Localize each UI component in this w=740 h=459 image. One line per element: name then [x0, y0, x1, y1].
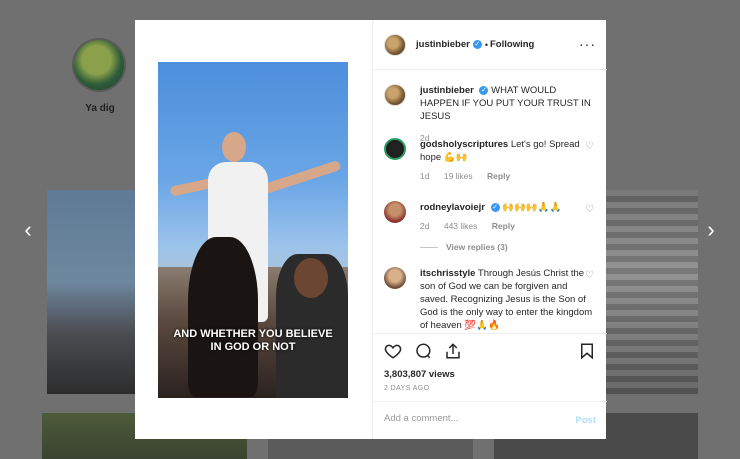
post-header: justinbieber ✓ • Following ···: [373, 20, 607, 70]
verified-badge-icon: ✓: [472, 40, 482, 49]
grid-post-left[interactable]: [47, 190, 135, 394]
comment-username[interactable]: justinbieber: [420, 85, 474, 96]
post-date: 2 DAYS AGO: [384, 385, 430, 392]
view-replies-button[interactable]: View replies (3): [420, 241, 595, 254]
add-comment-input[interactable]: [384, 413, 564, 424]
comment-username[interactable]: rodneylavoiejr: [420, 202, 485, 213]
video-person-face: [294, 258, 328, 298]
like-heart-icon[interactable]: [384, 342, 402, 360]
comment-bubble-icon[interactable]: [414, 342, 432, 360]
video-figure-arm: [262, 159, 342, 195]
comment-username[interactable]: itschrisstyle: [420, 268, 475, 279]
grid-post-right-overlay: [606, 190, 698, 394]
author-username[interactable]: justinbieber: [416, 39, 470, 50]
comment-username[interactable]: godsholyscriptures: [420, 139, 508, 150]
post-video[interactable]: AND WHETHER YOU BELIEVE IN GOD OR NOT: [158, 62, 348, 398]
video-caption: AND WHETHER YOU BELIEVE IN GOD OR NOT: [158, 328, 348, 354]
post-sidebar: justinbieber ✓ • Following ··· justinbie…: [372, 20, 607, 439]
reply-button[interactable]: Reply: [487, 171, 510, 181]
more-options-icon[interactable]: ···: [579, 36, 596, 52]
comment-likes[interactable]: 443 likes: [444, 221, 478, 231]
like-comment-heart-icon[interactable]: ♡: [585, 205, 595, 215]
video-caption-line: IN GOD OR NOT: [210, 341, 296, 353]
add-comment-bar: Post: [373, 401, 607, 439]
profile-name: Ya dig: [85, 103, 115, 114]
comments-list[interactable]: justinbieber ✓ WHAT WOULD HAPPEN IF YOU …: [373, 70, 607, 333]
reply-button[interactable]: Reply: [492, 221, 515, 231]
view-replies-label: View replies (3): [446, 242, 508, 252]
video-person-hair: [188, 237, 258, 397]
comment-time: 1d: [420, 171, 430, 181]
like-comment-heart-icon[interactable]: ♡: [585, 271, 595, 281]
post-comment-button[interactable]: Post: [575, 415, 596, 426]
video-caption-line: AND WHETHER YOU BELIEVE: [173, 328, 333, 340]
verified-badge-icon: ✓: [490, 202, 500, 212]
bookmark-icon[interactable]: [578, 342, 596, 360]
view-count[interactable]: 3,803,807 views: [384, 369, 455, 380]
comment-avatar[interactable]: [384, 267, 406, 289]
comment-likes[interactable]: 19 likes: [444, 171, 473, 181]
comment-avatar[interactable]: [384, 84, 406, 106]
comment-text: 🙌🙌🙌🙏🙏: [502, 202, 562, 213]
verified-badge-icon: ✓: [479, 85, 489, 95]
share-icon[interactable]: [444, 342, 462, 360]
header-separator: •: [484, 39, 488, 50]
comment-time: 2d: [420, 221, 430, 231]
post-modal: AND WHETHER YOU BELIEVE IN GOD OR NOT ju…: [135, 20, 607, 439]
next-post-arrow-icon[interactable]: ›: [701, 218, 721, 242]
author-avatar[interactable]: [384, 33, 406, 56]
video-figure-head: [222, 132, 246, 162]
comment-avatar[interactable]: [384, 201, 406, 223]
previous-post-arrow-icon[interactable]: ‹: [18, 218, 38, 242]
comment-avatar[interactable]: [384, 138, 406, 160]
following-button[interactable]: Following: [490, 39, 534, 50]
post-media: AND WHETHER YOU BELIEVE IN GOD OR NOT: [135, 20, 372, 439]
replies-divider: [420, 247, 438, 249]
like-comment-heart-icon[interactable]: ♡: [585, 142, 595, 152]
profile-avatar: [72, 38, 126, 92]
